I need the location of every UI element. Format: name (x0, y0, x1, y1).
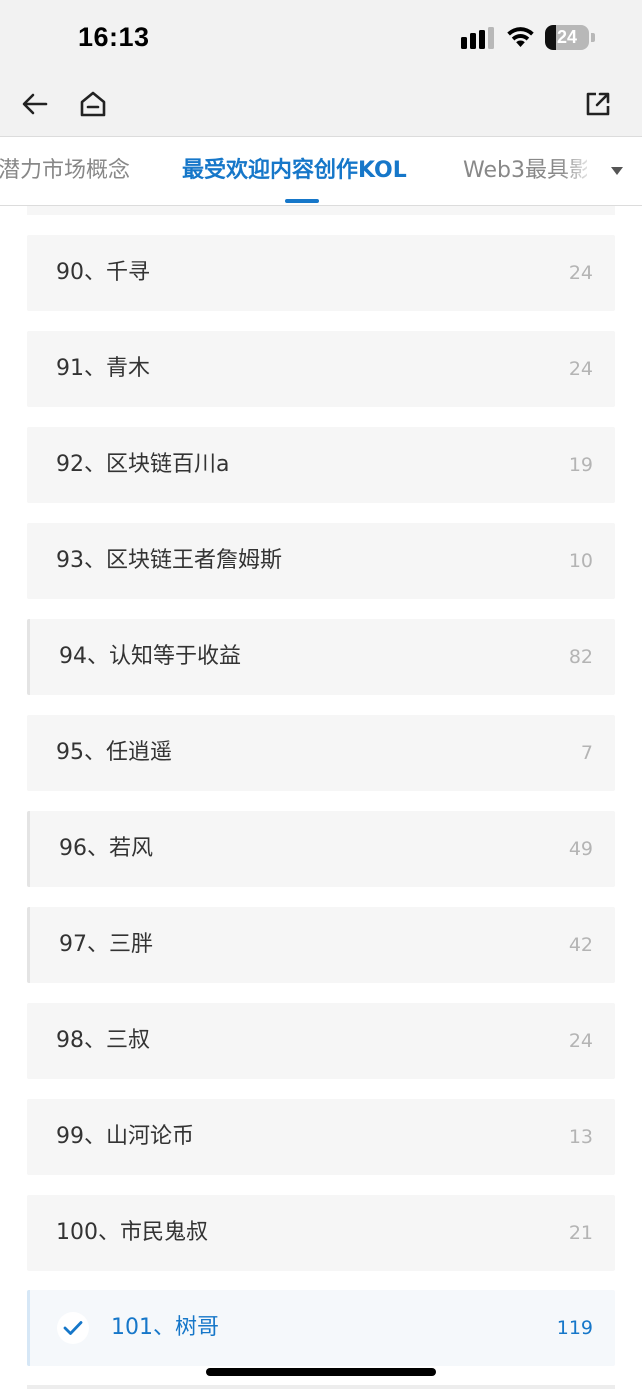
back-button[interactable] (17, 86, 53, 122)
tab-fade (560, 137, 596, 205)
list-item[interactable]: 93、区块链王者詹姆斯 10 (27, 523, 615, 599)
battery-level: 24 (556, 27, 578, 47)
selected-check-badge (57, 1312, 89, 1344)
item-label: 96、若风 (59, 836, 153, 861)
status-bar: 16:13 24 (0, 0, 642, 72)
share-icon (586, 92, 610, 116)
item-label: 101、树哥 (111, 1315, 219, 1340)
vote-count: 49 (568, 838, 593, 860)
list-item-selected[interactable]: 101、树哥 119 (27, 1290, 615, 1366)
list-item-partial (27, 206, 615, 215)
list-item[interactable]: 98、三叔 24 (27, 1003, 615, 1079)
item-label: 97、三胖 (59, 932, 153, 957)
vote-count: 24 (568, 358, 593, 380)
home-indicator (206, 1368, 436, 1376)
item-label: 93、区块链王者詹姆斯 (56, 548, 282, 573)
share-button[interactable] (580, 86, 616, 122)
candidate-list: 90、千寻 24 91、青木 24 92、区块链百川a 19 93、区块链王者詹… (0, 206, 642, 1389)
status-time: 16:13 (78, 22, 150, 52)
list-item-partial (27, 1385, 615, 1389)
caret-down-icon (611, 167, 623, 175)
tab-potential-market[interactable]: 潜力市场概念 (0, 137, 130, 205)
list-item[interactable]: 92、区块链百川a 19 (27, 427, 615, 503)
list-item[interactable]: 94、认知等于收益 82 (27, 619, 615, 695)
item-label: 98、三叔 (56, 1028, 150, 1053)
home-button[interactable] (75, 86, 111, 122)
active-tab-indicator (285, 199, 319, 203)
list-item[interactable]: 90、千寻 24 (27, 235, 615, 311)
category-tab-bar: 潜力市场概念 最受欢迎内容创作KOL Web3最具影 (0, 136, 642, 206)
item-label: 92、区块链百川a (56, 452, 230, 477)
vote-count: 10 (568, 550, 593, 572)
vote-count: 42 (568, 934, 593, 956)
list-item[interactable]: 95、任逍遥 7 (27, 715, 615, 791)
list-item[interactable]: 99、山河论币 13 (27, 1099, 615, 1175)
list-item[interactable]: 97、三胖 42 (27, 907, 615, 983)
vote-count: 7 (580, 742, 593, 764)
item-label: 100、市民鬼叔 (56, 1220, 208, 1245)
tab-dropdown-button[interactable] (592, 137, 642, 205)
item-label: 95、任逍遥 (56, 740, 172, 765)
screen: 16:13 24 潜力市场概念 最受欢迎内容创作KOL Web3最具影 90、千… (0, 0, 642, 1389)
list-item[interactable]: 100、市民鬼叔 21 (27, 1195, 615, 1271)
item-label: 91、青木 (56, 356, 150, 381)
checkmark-icon (63, 1321, 83, 1335)
vote-count: 13 (568, 1126, 593, 1148)
back-arrow-icon (22, 93, 48, 115)
item-label: 94、认知等于收益 (59, 644, 241, 669)
nav-bar (0, 72, 642, 136)
list-item[interactable]: 91、青木 24 (27, 331, 615, 407)
item-label: 99、山河论币 (56, 1124, 194, 1149)
list-item[interactable]: 96、若风 49 (27, 811, 615, 887)
vote-count: 82 (568, 646, 593, 668)
cellular-signal-icon (461, 27, 494, 49)
tab-popular-kol[interactable]: 最受欢迎内容创作KOL (182, 137, 407, 205)
vote-count: 19 (568, 454, 593, 476)
vote-count: 21 (568, 1222, 593, 1244)
vote-count: 24 (568, 1030, 593, 1052)
item-label: 90、千寻 (56, 260, 150, 285)
home-icon (80, 91, 106, 117)
battery-indicator: 24 (545, 25, 595, 50)
wifi-icon (507, 27, 534, 47)
vote-count: 119 (556, 1317, 593, 1339)
vote-count: 24 (568, 262, 593, 284)
